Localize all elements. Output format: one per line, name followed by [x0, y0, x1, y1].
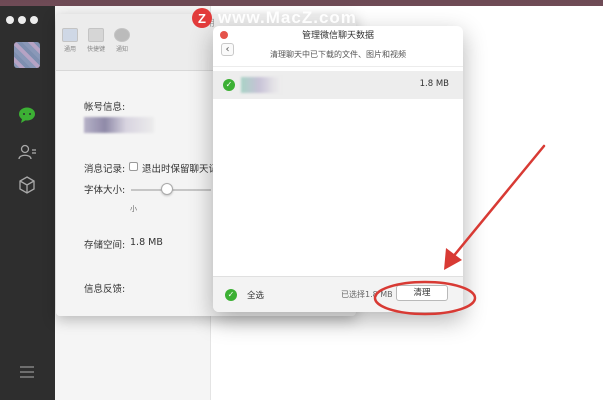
- settings-toolbar: 通用 快捷键 通知: [60, 28, 132, 53]
- watermark: Z www.MacZ.com: [192, 6, 412, 30]
- item-size: 1.8 MB: [419, 79, 449, 89]
- close-window-button[interactable]: [6, 16, 14, 24]
- chat-icon[interactable]: [17, 105, 37, 125]
- manage-chat-data-dialog: 管理微信聊天数据 ‹ 清理聊天中已下载的文件、图片和视频 ✓ 1.8 MB ✓ …: [213, 26, 463, 312]
- sidebar: [0, 6, 55, 400]
- menu-icon[interactable]: [18, 364, 36, 383]
- dialog-footer: ✓ 全选 已选择1.8 MB 清理: [213, 276, 463, 312]
- select-all-checkmark-icon[interactable]: ✓: [225, 289, 237, 301]
- messages-label: 消息记录:: [84, 164, 126, 175]
- avatar[interactable]: [14, 42, 40, 68]
- minimize-window-button[interactable]: [18, 16, 26, 24]
- account-info-blurred: [84, 117, 154, 133]
- notification-icon: [114, 28, 130, 42]
- tab-general-label: 通用: [63, 46, 76, 53]
- tab-notifications[interactable]: 通知: [112, 28, 132, 53]
- watermark-text: www.MacZ.com: [218, 8, 357, 27]
- tab-shortcuts[interactable]: 快捷键: [86, 28, 106, 53]
- font-size-small-label: 小: [130, 205, 137, 213]
- tab-notifications-label: 通知: [115, 46, 128, 53]
- zoom-window-button[interactable]: [30, 16, 38, 24]
- contacts-icon[interactable]: [17, 142, 37, 162]
- clear-button[interactable]: 清理: [396, 285, 448, 301]
- dialog-subtitle: 清理聊天中已下载的文件、图片和视频: [270, 50, 406, 59]
- feedback-label: 信息反馈:: [84, 284, 126, 295]
- watermark-logo: Z: [192, 8, 212, 28]
- tab-general[interactable]: 通用: [60, 28, 80, 53]
- general-icon: [62, 28, 78, 42]
- select-all-label: 全选: [247, 291, 265, 301]
- storage-label: 存储空间:: [84, 240, 126, 251]
- keep-history-checkbox[interactable]: [129, 162, 138, 171]
- font-size-slider-knob[interactable]: [161, 183, 173, 195]
- list-item[interactable]: ✓ 1.8 MB: [213, 71, 463, 99]
- account-label: 帐号信息:: [84, 102, 126, 113]
- chat-avatar-blurred: [241, 77, 281, 93]
- chat-data-list: ✓ 1.8 MB: [213, 66, 463, 276]
- storage-value: 1.8 MB: [130, 237, 163, 248]
- selected-size-text: 已选择1.8 MB: [341, 290, 393, 299]
- window-controls: [6, 16, 38, 24]
- command-key-icon: [88, 28, 104, 42]
- favorites-icon[interactable]: [17, 175, 37, 195]
- checkmark-icon[interactable]: ✓: [223, 79, 235, 91]
- font-size-label: 字体大小:: [84, 185, 126, 196]
- tab-shortcuts-label: 快捷键: [86, 46, 105, 53]
